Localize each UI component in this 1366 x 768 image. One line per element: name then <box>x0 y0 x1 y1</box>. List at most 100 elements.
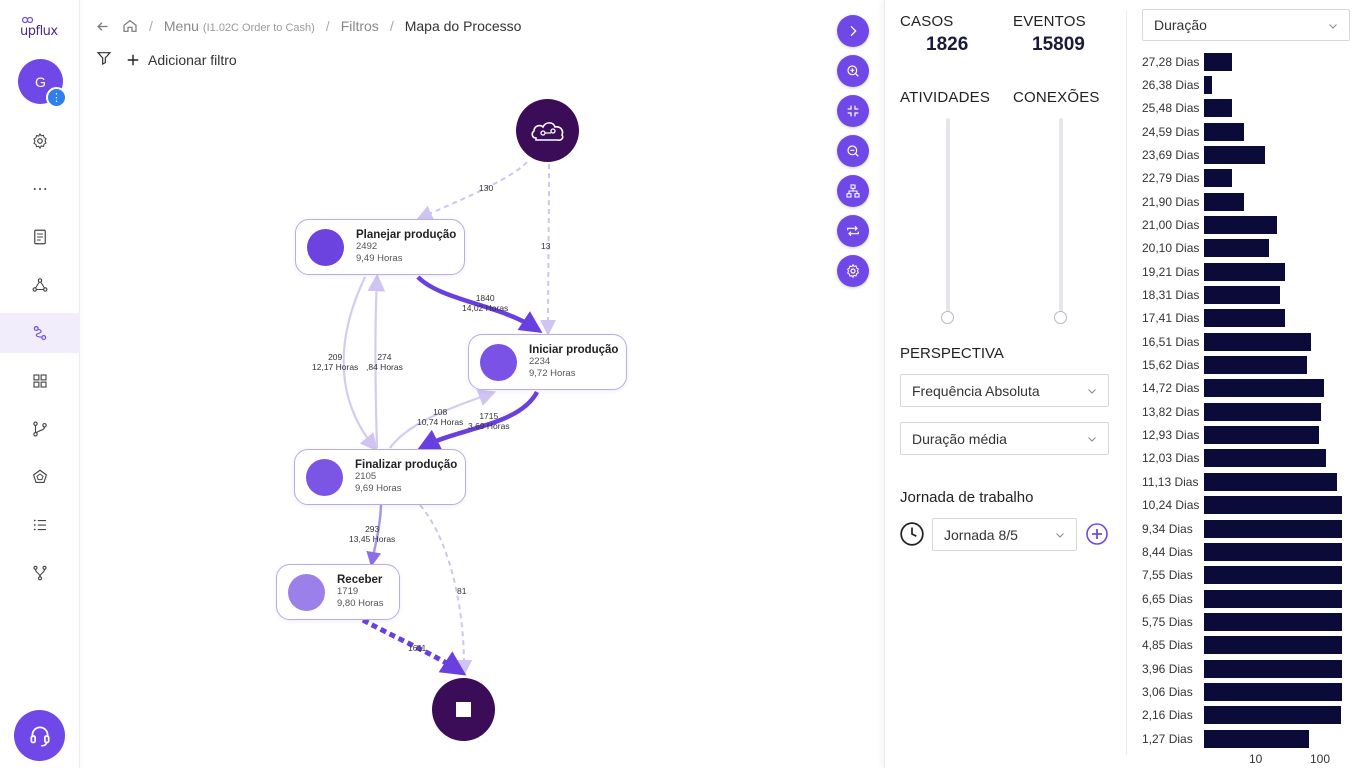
histogram-row[interactable]: 16,51 Dias <box>1142 332 1312 351</box>
histogram-row[interactable]: 26,38 Dias <box>1142 75 1212 94</box>
histogram-row[interactable]: 11,13 Dias <box>1142 472 1338 491</box>
histogram-bar[interactable] <box>1204 402 1321 421</box>
filter-icon[interactable] <box>96 50 112 69</box>
histogram-bar[interactable] <box>1204 612 1342 631</box>
metric-select[interactable]: Duração média <box>900 422 1109 455</box>
histogram-select[interactable]: Duração <box>1142 9 1350 41</box>
swap-button[interactable] <box>837 215 869 247</box>
histogram-bar[interactable] <box>1204 566 1342 585</box>
nav-fork[interactable] <box>0 553 80 593</box>
jornada-select[interactable]: Jornada 8/5 <box>932 518 1077 551</box>
avatar-menu-badge[interactable]: ⋮ <box>46 87 67 108</box>
atividades-slider-track[interactable] <box>946 118 950 318</box>
histogram-row[interactable]: 3,96 Dias <box>1142 659 1342 678</box>
histogram-bar[interactable] <box>1204 519 1342 538</box>
histogram-bar[interactable] <box>1204 449 1327 468</box>
histogram-row[interactable]: 22,79 Dias <box>1142 169 1233 188</box>
histogram-bar[interactable] <box>1204 239 1270 258</box>
nav-variants[interactable] <box>0 409 80 449</box>
histogram-bar[interactable] <box>1204 496 1342 515</box>
histogram-bar[interactable] <box>1204 262 1286 281</box>
histogram-bar[interactable] <box>1204 99 1233 118</box>
activity-node-finalizar[interactable]: Finalizar produção 2105 9,69 Horas <box>294 449 466 505</box>
map-settings-button[interactable] <box>837 255 869 287</box>
histogram-bar[interactable] <box>1204 542 1342 561</box>
histogram-bar[interactable] <box>1204 332 1312 351</box>
histogram-bar[interactable] <box>1204 192 1245 211</box>
histogram-row[interactable]: 8,44 Dias <box>1142 542 1342 561</box>
nav-conformance[interactable] <box>0 457 80 497</box>
conexoes-slider-track[interactable] <box>1059 118 1063 318</box>
upflux-logo[interactable]: upflux <box>18 16 62 42</box>
nav-list[interactable] <box>0 505 80 545</box>
histogram-bar[interactable] <box>1204 636 1342 655</box>
histogram-bar[interactable] <box>1204 145 1265 164</box>
histogram-row[interactable]: 10,24 Dias <box>1142 496 1342 515</box>
histogram-bar[interactable] <box>1204 379 1325 398</box>
breadcrumb-filters[interactable]: Filtros <box>341 18 379 34</box>
histogram-bar[interactable] <box>1204 52 1233 71</box>
conexoes-slider-handle[interactable] <box>1054 311 1067 324</box>
histogram-row[interactable]: 13,82 Dias <box>1142 402 1321 421</box>
histogram-bar[interactable] <box>1204 356 1308 375</box>
add-jornada-button[interactable] <box>1085 522 1109 551</box>
histogram-row[interactable]: 4,85 Dias <box>1142 636 1342 655</box>
histogram-row[interactable]: 18,31 Dias <box>1142 286 1280 305</box>
zoom-out-button[interactable] <box>837 135 869 167</box>
layout-button[interactable] <box>837 175 869 207</box>
histogram-bar[interactable] <box>1204 215 1277 234</box>
fit-view-button[interactable] <box>837 95 869 127</box>
activity-node-receber[interactable]: Receber 1719 9,80 Horas <box>276 564 400 620</box>
histogram-bar[interactable] <box>1204 472 1338 491</box>
support-button[interactable] <box>14 710 65 761</box>
histogram-row[interactable]: 7,55 Dias <box>1142 566 1342 585</box>
histogram-row[interactable]: 1,27 Dias <box>1142 729 1310 748</box>
histogram-row[interactable]: 17,41 Dias <box>1142 309 1286 328</box>
histogram-bar[interactable] <box>1204 122 1245 141</box>
nav-network[interactable] <box>0 265 80 305</box>
process-start-node[interactable] <box>516 99 579 162</box>
histogram-row[interactable]: 25,48 Dias <box>1142 99 1233 118</box>
histogram-row[interactable]: 21,90 Dias <box>1142 192 1245 211</box>
process-map-canvas[interactable]: Planejar produção 2492 9,49 Horas Inicia… <box>80 80 840 768</box>
nav-dashboard[interactable] <box>0 361 80 401</box>
add-filter-button[interactable]: Adicionar filtro <box>126 52 237 68</box>
atividades-slider-handle[interactable] <box>941 311 954 324</box>
histogram-bar[interactable] <box>1204 589 1342 608</box>
perspectiva-select[interactable]: Frequência Absoluta <box>900 374 1109 407</box>
histogram-row[interactable]: 15,62 Dias <box>1142 356 1308 375</box>
histogram-row[interactable]: 24,59 Dias <box>1142 122 1245 141</box>
nav-more[interactable] <box>0 169 80 209</box>
nav-settings[interactable] <box>0 121 80 161</box>
activity-node-planejar[interactable]: Planejar produção 2492 9,49 Horas <box>295 219 465 275</box>
histogram-row[interactable]: 23,69 Dias <box>1142 145 1265 164</box>
histogram-bar[interactable] <box>1204 706 1342 725</box>
process-end-node[interactable] <box>432 678 495 741</box>
histogram-bar[interactable] <box>1204 682 1342 701</box>
histogram-row[interactable]: 19,21 Dias <box>1142 262 1286 281</box>
nav-process-map[interactable] <box>0 313 80 353</box>
histogram-row[interactable]: 12,03 Dias <box>1142 449 1327 468</box>
histogram-row[interactable]: 27,28 Dias <box>1142 52 1233 71</box>
histogram-bar[interactable] <box>1204 426 1320 445</box>
histogram-bar[interactable] <box>1204 286 1280 304</box>
histogram-row[interactable]: 3,06 Dias <box>1142 682 1342 701</box>
histogram-row[interactable]: 9,34 Dias <box>1142 519 1342 538</box>
histogram-row[interactable]: 2,16 Dias <box>1142 706 1342 725</box>
home-icon[interactable] <box>122 18 138 34</box>
collapse-panel-button[interactable] <box>837 15 869 47</box>
histogram-row[interactable]: 21,00 Dias <box>1142 215 1277 234</box>
histogram-row[interactable]: 5,75 Dias <box>1142 612 1342 631</box>
histogram-row[interactable]: 14,72 Dias <box>1142 379 1325 398</box>
breadcrumb-menu[interactable]: Menu (I1.02C Order to Cash) <box>164 18 315 34</box>
histogram-row[interactable]: 20,10 Dias <box>1142 239 1270 258</box>
histogram-row[interactable]: 12,93 Dias <box>1142 426 1320 445</box>
back-arrow-icon[interactable] <box>95 19 110 34</box>
activity-node-iniciar[interactable]: Iniciar produção 2234 9,72 Horas <box>468 334 627 390</box>
histogram-bar[interactable] <box>1204 659 1342 678</box>
histogram-bar[interactable] <box>1204 75 1212 94</box>
histogram-row[interactable]: 6,65 Dias <box>1142 589 1342 608</box>
zoom-in-button[interactable] <box>837 55 869 87</box>
histogram-bar[interactable] <box>1204 729 1310 748</box>
histogram-bar[interactable] <box>1204 309 1286 328</box>
